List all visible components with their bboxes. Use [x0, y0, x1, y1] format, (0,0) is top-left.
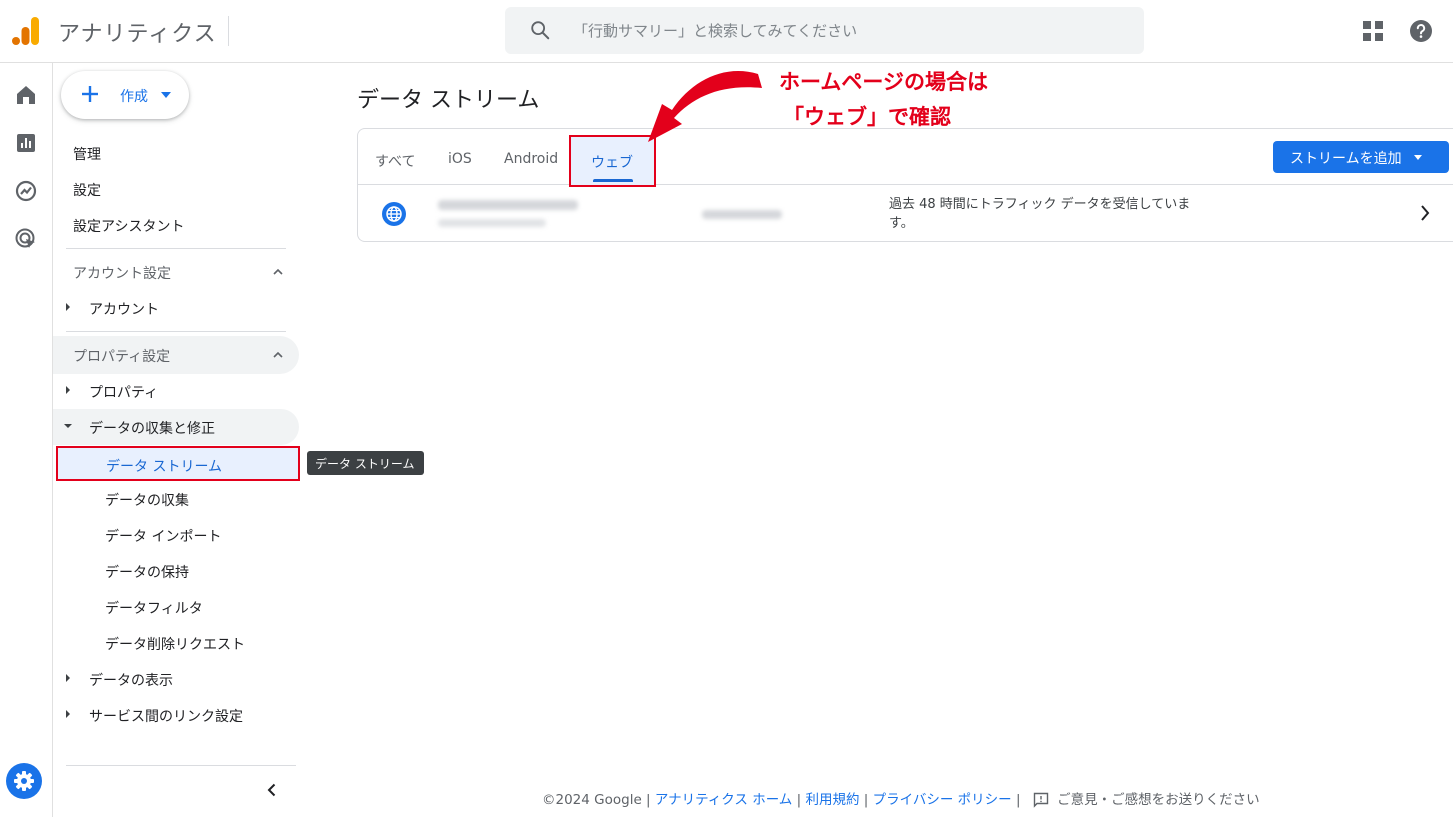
- nav-data-deletion-requests[interactable]: データ削除リクエスト: [105, 634, 245, 654]
- nav-property[interactable]: プロパティ: [89, 382, 158, 402]
- explore-icon[interactable]: [14, 179, 38, 203]
- tab-web-label: ウェブ: [591, 155, 633, 171]
- left-rail: [0, 63, 53, 817]
- add-stream-label: ストリームを追加: [1290, 151, 1402, 167]
- annotation-arrow-icon: [648, 71, 762, 142]
- feedback-icon: [1033, 792, 1048, 808]
- nav-data-retention[interactable]: データの保持: [105, 562, 189, 582]
- annotation-line-2: 「ウェブ」で確認: [783, 105, 951, 129]
- account-settings-section[interactable]: アカウント設定: [73, 263, 171, 283]
- nav-data-collection[interactable]: データの収集: [105, 490, 189, 510]
- copyright: ©2024 Google |: [542, 792, 651, 808]
- nav-admin[interactable]: 管理: [73, 144, 101, 164]
- caret-down-icon: [161, 92, 171, 98]
- stream-row[interactable]: 過去 48 時間にトラフィック データを受信しています。: [358, 186, 1453, 242]
- search-input[interactable]: [573, 7, 1133, 54]
- search-icon: [531, 21, 550, 40]
- app-title: アナリティクス: [58, 22, 217, 47]
- create-button[interactable]: 作成: [61, 71, 189, 119]
- feedback-link[interactable]: ご意見・ご感想をお送りください: [1057, 792, 1260, 808]
- footer-separator: |: [863, 792, 869, 808]
- nav-data-streams[interactable]: データ ストリーム: [56, 446, 300, 481]
- add-stream-button[interactable]: ストリームを追加: [1273, 141, 1449, 173]
- redacted-stream-id: [702, 210, 782, 219]
- globe-icon: [382, 202, 406, 226]
- chevron-left-icon[interactable]: [265, 783, 279, 797]
- analytics-home-link[interactable]: アナリティクス ホーム: [655, 792, 792, 808]
- nav-data-import[interactable]: データ インポート: [105, 526, 221, 546]
- nav-data-streams-label: データ ストリーム: [106, 459, 223, 475]
- nav-setup-assistant[interactable]: 設定アシスタント: [73, 216, 184, 236]
- admin-settings-button[interactable]: [6, 763, 42, 799]
- collapse-arrow-icon: [64, 424, 72, 428]
- divider: [66, 765, 296, 766]
- top-bar: アナリティクス: [0, 0, 1453, 63]
- divider: [66, 248, 286, 249]
- advertising-icon[interactable]: [14, 227, 38, 251]
- privacy-link[interactable]: プライバシー ポリシー: [873, 792, 1012, 808]
- gear-icon: [14, 771, 34, 791]
- chevron-up-icon[interactable]: [273, 267, 283, 277]
- caret-down-icon: [1414, 155, 1422, 160]
- nav-data-filters[interactable]: データフィルタ: [105, 598, 203, 618]
- admin-nav: 作成 管理 設定 設定アシスタント アカウント設定 アカウント プロパティ設定 …: [53, 63, 303, 817]
- expand-arrow-icon: [66, 710, 70, 718]
- active-tab-indicator: [593, 179, 633, 182]
- nav-account[interactable]: アカウント: [89, 299, 159, 319]
- nav-data-display[interactable]: データの表示: [89, 670, 173, 690]
- footer: ©2024 Google | アナリティクス ホーム | 利用規約 | プライバ…: [542, 788, 1260, 808]
- footer-separator: |: [796, 792, 802, 808]
- terms-link[interactable]: 利用規約: [805, 792, 859, 808]
- property-settings-section[interactable]: プロパティ設定: [73, 346, 170, 366]
- redacted-stream-name: [438, 200, 578, 210]
- nav-settings[interactable]: 設定: [73, 180, 101, 200]
- stream-status: 過去 48 時間にトラフィック データを受信しています。: [889, 197, 1191, 231]
- tooltip: データ ストリーム: [307, 451, 424, 475]
- help-icon[interactable]: [1409, 19, 1433, 43]
- tab-android[interactable]: Android: [504, 151, 558, 167]
- annotation-line-1: ホームページの場合は: [779, 70, 988, 94]
- chevron-up-icon[interactable]: [273, 350, 283, 360]
- expand-arrow-icon: [66, 674, 70, 682]
- tab-ios[interactable]: iOS: [448, 151, 472, 167]
- redacted-stream-url: [438, 219, 546, 227]
- nav-product-links[interactable]: サービス間のリンク設定: [89, 706, 243, 726]
- analytics-logo-icon[interactable]: [12, 16, 40, 46]
- search-box[interactable]: [505, 7, 1144, 54]
- title-divider: [228, 16, 229, 46]
- nav-data-collection-modification[interactable]: データの収集と修正: [89, 418, 215, 438]
- home-icon[interactable]: [14, 83, 38, 107]
- page-title: データ ストリーム: [357, 88, 540, 113]
- plus-icon: [82, 86, 98, 102]
- chevron-right-icon[interactable]: [1418, 204, 1432, 222]
- apps-grid-icon[interactable]: [1362, 20, 1384, 42]
- expand-arrow-icon: [66, 303, 70, 311]
- tab-all[interactable]: すべて: [375, 151, 415, 171]
- footer-separator: |: [1015, 792, 1021, 808]
- reports-icon[interactable]: [14, 131, 38, 155]
- divider: [66, 331, 286, 332]
- expand-arrow-icon: [66, 386, 70, 394]
- stream-tabs: すべて iOS Android ウェブ ストリームを追加: [358, 129, 1453, 187]
- streams-card: すべて iOS Android ウェブ ストリームを追加 過去 48 時間にトラ…: [357, 128, 1453, 242]
- create-label: 作成: [120, 89, 148, 105]
